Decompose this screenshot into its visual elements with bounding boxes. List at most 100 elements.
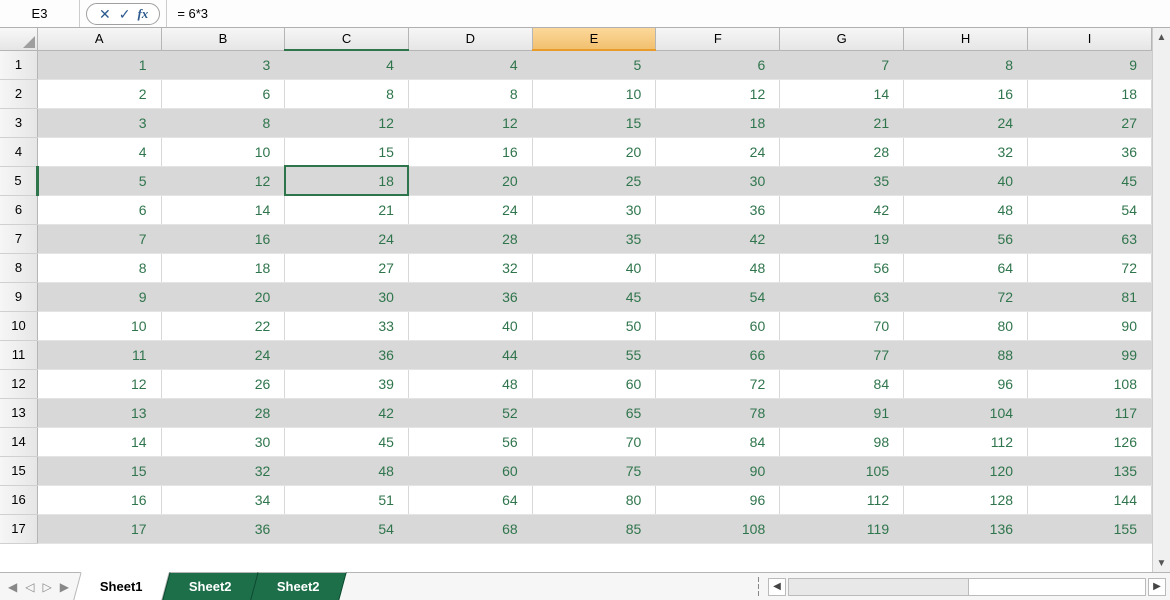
cell-h8[interactable]: 64 (904, 253, 1028, 282)
cell-c4[interactable]: 15 (285, 137, 409, 166)
cell-f5[interactable]: 30 (656, 166, 780, 195)
cell-c17[interactable]: 54 (285, 514, 409, 543)
cell-e15[interactable]: 75 (532, 456, 656, 485)
nav-next-icon[interactable]: ▷ (42, 580, 51, 594)
cell-c3[interactable]: 12 (285, 108, 409, 137)
col-header-i[interactable]: I (1028, 28, 1152, 50)
cell-a16[interactable]: 16 (37, 485, 161, 514)
col-header-h[interactable]: H (904, 28, 1028, 50)
cell-f12[interactable]: 72 (656, 369, 780, 398)
cell-h16[interactable]: 128 (904, 485, 1028, 514)
cell-i3[interactable]: 27 (1028, 108, 1152, 137)
cell-d16[interactable]: 64 (408, 485, 532, 514)
col-header-f[interactable]: F (656, 28, 780, 50)
cell-a1[interactable]: 1 (37, 50, 161, 79)
cell-b4[interactable]: 10 (161, 137, 285, 166)
cell-d10[interactable]: 40 (408, 311, 532, 340)
cell-h1[interactable]: 8 (904, 50, 1028, 79)
col-header-g[interactable]: G (780, 28, 904, 50)
cell-h2[interactable]: 16 (904, 79, 1028, 108)
cell-e7[interactable]: 35 (532, 224, 656, 253)
fx-icon[interactable]: fx (134, 6, 151, 22)
spreadsheet-grid[interactable]: ABCDEFGHI 113445678922688101214161833812… (0, 28, 1152, 544)
cell-f1[interactable]: 6 (656, 50, 780, 79)
cell-g17[interactable]: 119 (780, 514, 904, 543)
col-header-d[interactable]: D (408, 28, 532, 50)
accept-icon[interactable]: ✓ (115, 7, 135, 21)
cell-e6[interactable]: 30 (532, 195, 656, 224)
cell-h15[interactable]: 120 (904, 456, 1028, 485)
cell-g7[interactable]: 19 (780, 224, 904, 253)
cell-a7[interactable]: 7 (37, 224, 161, 253)
cell-b17[interactable]: 36 (161, 514, 285, 543)
sheet-tab-2[interactable]: Sheet2 (250, 572, 346, 600)
cell-d9[interactable]: 36 (408, 282, 532, 311)
cell-h13[interactable]: 104 (904, 398, 1028, 427)
cell-e5[interactable]: 25 (532, 166, 656, 195)
row-header-1[interactable]: 1 (0, 50, 37, 79)
cell-h7[interactable]: 56 (904, 224, 1028, 253)
cell-b12[interactable]: 26 (161, 369, 285, 398)
cell-c9[interactable]: 30 (285, 282, 409, 311)
cell-e14[interactable]: 70 (532, 427, 656, 456)
cell-i7[interactable]: 63 (1028, 224, 1152, 253)
formula-input[interactable]: = 6*3 (166, 0, 1170, 27)
sheet-tab-1[interactable]: Sheet2 (162, 572, 258, 600)
cell-e13[interactable]: 65 (532, 398, 656, 427)
row-header-5[interactable]: 5 (0, 166, 37, 195)
cell-d15[interactable]: 60 (408, 456, 532, 485)
cell-e17[interactable]: 85 (532, 514, 656, 543)
cell-a4[interactable]: 4 (37, 137, 161, 166)
cell-a2[interactable]: 2 (37, 79, 161, 108)
cell-i14[interactable]: 126 (1028, 427, 1152, 456)
row-header-14[interactable]: 14 (0, 427, 37, 456)
cell-i6[interactable]: 54 (1028, 195, 1152, 224)
cell-g13[interactable]: 91 (780, 398, 904, 427)
cell-c13[interactable]: 42 (285, 398, 409, 427)
cell-f6[interactable]: 36 (656, 195, 780, 224)
cell-d12[interactable]: 48 (408, 369, 532, 398)
cell-d11[interactable]: 44 (408, 340, 532, 369)
cell-f14[interactable]: 84 (656, 427, 780, 456)
cell-g12[interactable]: 84 (780, 369, 904, 398)
cell-d13[interactable]: 52 (408, 398, 532, 427)
cell-a13[interactable]: 13 (37, 398, 161, 427)
cell-i15[interactable]: 135 (1028, 456, 1152, 485)
cell-a6[interactable]: 6 (37, 195, 161, 224)
cell-c14[interactable]: 45 (285, 427, 409, 456)
row-header-2[interactable]: 2 (0, 79, 37, 108)
cell-a11[interactable]: 11 (37, 340, 161, 369)
cell-f11[interactable]: 66 (656, 340, 780, 369)
cell-g11[interactable]: 77 (780, 340, 904, 369)
cell-a9[interactable]: 9 (37, 282, 161, 311)
cell-h11[interactable]: 88 (904, 340, 1028, 369)
cell-f4[interactable]: 24 (656, 137, 780, 166)
cell-b3[interactable]: 8 (161, 108, 285, 137)
cell-e3[interactable]: 15 (532, 108, 656, 137)
cell-b13[interactable]: 28 (161, 398, 285, 427)
row-header-13[interactable]: 13 (0, 398, 37, 427)
cell-i2[interactable]: 18 (1028, 79, 1152, 108)
scroll-down-icon[interactable]: ▼ (1153, 554, 1170, 572)
cell-i1[interactable]: 9 (1028, 50, 1152, 79)
cell-g10[interactable]: 70 (780, 311, 904, 340)
cell-i5[interactable]: 45 (1028, 166, 1152, 195)
cell-b1[interactable]: 3 (161, 50, 285, 79)
cell-i10[interactable]: 90 (1028, 311, 1152, 340)
cell-f7[interactable]: 42 (656, 224, 780, 253)
cell-e8[interactable]: 40 (532, 253, 656, 282)
cell-b10[interactable]: 22 (161, 311, 285, 340)
cell-a10[interactable]: 10 (37, 311, 161, 340)
cell-g14[interactable]: 98 (780, 427, 904, 456)
row-header-17[interactable]: 17 (0, 514, 37, 543)
cell-f9[interactable]: 54 (656, 282, 780, 311)
cell-e2[interactable]: 10 (532, 79, 656, 108)
cell-b9[interactable]: 20 (161, 282, 285, 311)
cell-e16[interactable]: 80 (532, 485, 656, 514)
cancel-icon[interactable]: ✕ (95, 7, 115, 21)
cell-f3[interactable]: 18 (656, 108, 780, 137)
cell-i9[interactable]: 81 (1028, 282, 1152, 311)
cell-a15[interactable]: 15 (37, 456, 161, 485)
cell-g15[interactable]: 105 (780, 456, 904, 485)
col-header-c[interactable]: C (285, 28, 409, 50)
